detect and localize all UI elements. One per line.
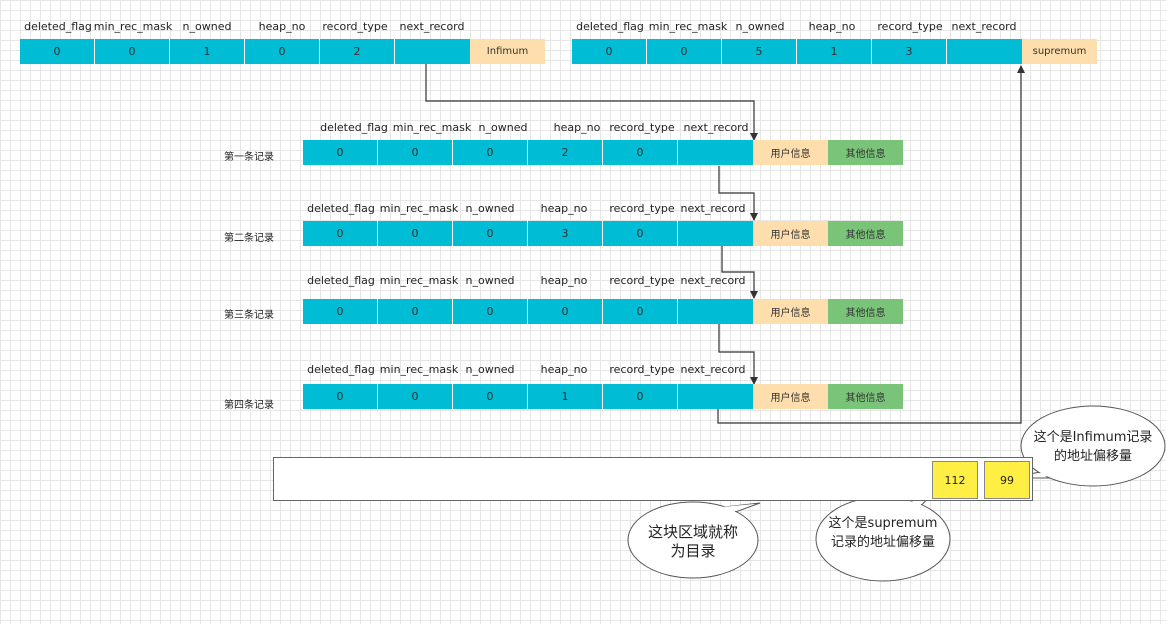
infimum-record: 0 0 1 0 2 Infimum [20, 39, 545, 64]
user-info-tag: 用户信息 [753, 221, 828, 246]
next-record-cell [947, 39, 1022, 64]
infimum-column-header-0: deleted_flag [24, 20, 92, 33]
other-info-tag: 其他信息 [828, 140, 903, 165]
record-2-column-header-4: record_type [609, 202, 675, 215]
supremum-record: 0 0 5 1 3 supremum [572, 39, 1097, 64]
user-info-tag: 用户信息 [753, 384, 828, 409]
field-cell: 0 [603, 140, 678, 165]
next-record-cell [678, 140, 753, 165]
field-cell: 1 [170, 39, 245, 64]
infimum-column-header-3: heap_no [258, 20, 306, 33]
other-info-tag: 其他信息 [828, 221, 903, 246]
next-record-cell [678, 299, 753, 324]
callout-supremum-text: 这个是supremum记录的地址偏移量 [828, 516, 938, 550]
record-4-column-header-0: deleted_flag [307, 363, 375, 376]
infimum-column-header-5: next_record [399, 20, 465, 33]
field-cell: 0 [603, 221, 678, 246]
field-cell: 0 [453, 140, 528, 165]
record-2: 0 0 0 3 0 用户信息 其他信息 [303, 221, 903, 246]
field-cell: 0 [603, 299, 678, 324]
callout-infimum-text: 这个是Infimum记录的地址偏移量 [1033, 430, 1153, 464]
record-1-column-header-3: heap_no [553, 121, 601, 134]
other-info-tag: 其他信息 [828, 299, 903, 324]
field-cell: 3 [872, 39, 947, 64]
page-directory [273, 457, 1033, 501]
supremum-column-header-4: record_type [877, 20, 943, 33]
record-3-column-header-5: next_record [680, 274, 746, 287]
record-3-column-header-0: deleted_flag [307, 274, 375, 287]
field-cell: 0 [20, 39, 95, 64]
record-2-label: 第二条记录 [224, 233, 274, 244]
record-2-column-header-5: next_record [680, 202, 746, 215]
field-cell: 2 [320, 39, 395, 64]
infimum-column-header-4: record_type [322, 20, 388, 33]
next-record-cell [678, 384, 753, 409]
user-info-tag: 用户信息 [753, 299, 828, 324]
field-cell: 5 [722, 39, 797, 64]
callout-directory-text: 这块区域就称为目录 [647, 523, 738, 560]
record-2-column-header-3: heap_no [540, 202, 588, 215]
supremum-column-header-3: heap_no [808, 20, 856, 33]
directory-slot-supremum: 112 [932, 461, 978, 499]
record-2-column-header-2: n_owned [465, 202, 515, 215]
record-1-column-header-2: n_owned [478, 121, 528, 134]
record-4-column-header-1: min_rec_mask [379, 363, 459, 376]
field-cell: 2 [528, 140, 603, 165]
record-4-column-header-5: next_record [680, 363, 746, 376]
record-4-label: 第四条记录 [224, 400, 274, 411]
next-record-cell [678, 221, 753, 246]
record-2-column-header-1: min_rec_mask [379, 202, 459, 215]
record-1-label: 第一条记录 [224, 152, 274, 163]
record-4: 0 0 0 1 0 用户信息 其他信息 [303, 384, 903, 409]
field-cell: 0 [528, 299, 603, 324]
field-cell: 0 [378, 384, 453, 409]
record-1: 0 0 0 2 0 用户信息 其他信息 [303, 140, 903, 165]
field-cell: 3 [528, 221, 603, 246]
infimum-tag: Infimum [470, 39, 545, 64]
supremum-column-header-5: next_record [951, 20, 1017, 33]
pointer-record-2-to-record-3 [721, 246, 758, 299]
field-cell: 0 [95, 39, 170, 64]
field-cell: 0 [453, 299, 528, 324]
record-1-column-header-1: min_rec_mask [392, 121, 472, 134]
directory-slot-infimum: 99 [984, 461, 1030, 499]
supremum-column-header-2: n_owned [735, 20, 785, 33]
record-3-column-header-3: heap_no [540, 274, 588, 287]
field-cell: 0 [303, 221, 378, 246]
record-1-column-header-4: record_type [609, 121, 675, 134]
field-cell: 0 [303, 384, 378, 409]
field-cell: 0 [378, 299, 453, 324]
supremum-column-header-0: deleted_flag [576, 20, 644, 33]
field-cell: 0 [647, 39, 722, 64]
field-cell: 0 [453, 384, 528, 409]
field-cell: 0 [245, 39, 320, 64]
field-cell: 0 [453, 221, 528, 246]
supremum-tag: supremum [1022, 39, 1097, 64]
field-cell: 1 [528, 384, 603, 409]
field-cell: 0 [303, 299, 378, 324]
field-cell: 0 [378, 140, 453, 165]
field-cell: 0 [303, 140, 378, 165]
record-3-label: 第三条记录 [224, 310, 274, 321]
infimum-column-header-2: n_owned [182, 20, 232, 33]
other-info-tag: 其他信息 [828, 384, 903, 409]
field-cell: 0 [572, 39, 647, 64]
field-cell: 0 [603, 384, 678, 409]
supremum-column-header-1: min_rec_mask [648, 20, 728, 33]
record-4-column-header-3: heap_no [540, 363, 588, 376]
record-1-column-header-5: next_record [683, 121, 749, 134]
next-record-cell [395, 39, 470, 64]
record-2-column-header-0: deleted_flag [307, 202, 375, 215]
record-3-column-header-2: n_owned [465, 274, 515, 287]
field-cell: 0 [378, 221, 453, 246]
record-4-column-header-4: record_type [609, 363, 675, 376]
user-info-tag: 用户信息 [753, 140, 828, 165]
record-1-column-header-0: deleted_flag [320, 121, 388, 134]
record-3-column-header-4: record_type [609, 274, 675, 287]
infimum-column-header-1: min_rec_mask [93, 20, 173, 33]
record-4-column-header-2: n_owned [465, 363, 515, 376]
record-3-column-header-1: min_rec_mask [379, 274, 459, 287]
record-3: 0 0 0 0 0 用户信息 其他信息 [303, 299, 903, 324]
field-cell: 1 [797, 39, 872, 64]
